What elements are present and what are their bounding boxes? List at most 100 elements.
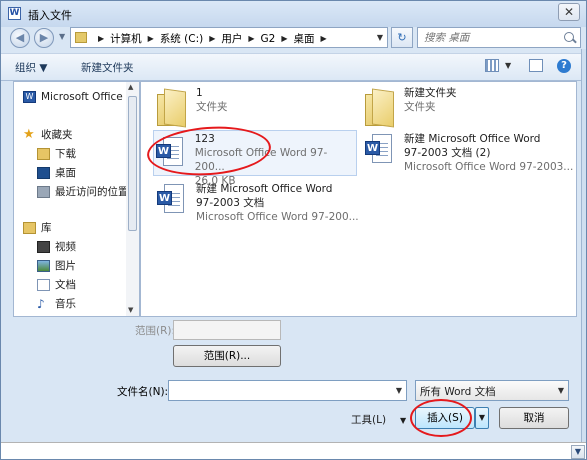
breadcrumb-system-drive[interactable]: 系统 (C:) (160, 31, 203, 46)
nav-item-label: Microsoft Office W (41, 91, 137, 103)
folder-icon (363, 86, 396, 128)
nav-item-documents[interactable]: 文档 (37, 277, 76, 292)
file-name: 新建文件夹 (404, 87, 457, 99)
window-title: 插入文件 (28, 9, 72, 22)
breadcrumb: ▶ 计算机 ▶ 系统 (C:) ▶ 用户 ▶ G2 ▶ 桌面 ▶ (92, 31, 333, 46)
word-app-icon: W (8, 7, 21, 20)
nav-item-label: 视频 (55, 241, 76, 253)
nav-item-word-templates[interactable]: W Microsoft Office W (23, 91, 137, 103)
nav-item-favorites[interactable]: ★ 收藏夹 (23, 127, 73, 142)
nav-item-label: 库 (41, 222, 52, 234)
star-icon: ★ (23, 126, 35, 142)
file-type: Microsoft Office Word 97-200... (196, 211, 359, 223)
chevron-right-icon: ▶ (281, 34, 288, 43)
desktop-icon (37, 166, 50, 179)
chevron-down-icon[interactable]: ▼ (396, 386, 402, 395)
nav-item-downloads[interactable]: 下载 (37, 146, 76, 161)
download-folder-icon (37, 147, 50, 160)
nav-item-pictures[interactable]: 图片 (37, 258, 76, 273)
view-options-icon[interactable] (485, 59, 499, 72)
nav-item-label: 音乐 (55, 298, 76, 310)
nav-item-label: 下载 (55, 148, 76, 160)
nav-item-label: 图片 (55, 260, 76, 272)
file-type-selected: 所有 Word 文档 (420, 386, 496, 398)
nav-item-label: 文档 (55, 279, 76, 291)
navigation-pane: W Microsoft Office W ★ 收藏夹 下载 桌面 最近访问的位置… (13, 81, 139, 317)
scroll-up-icon[interactable]: ▲ (128, 83, 133, 91)
chevron-right-icon: ▶ (320, 34, 327, 43)
file-item-new-word-doc[interactable]: W 新建 Microsoft Office Word 97-2003 文档 Mi… (155, 182, 359, 224)
nav-item-label: 收藏夹 (41, 129, 73, 141)
filename-field[interactable]: ▼ (168, 380, 407, 401)
file-type: 文件夹 (404, 101, 436, 113)
file-item-new-folder[interactable]: 新建文件夹 文件夹 (363, 86, 457, 128)
new-folder-button[interactable]: 新建文件夹 (81, 60, 134, 75)
back-button[interactable]: ◀ (10, 28, 30, 48)
forward-button[interactable]: ▶ (34, 28, 54, 48)
word-document-icon: W (363, 132, 396, 168)
folder-icon (155, 86, 188, 128)
tools-menu[interactable]: 工具(L) ▼ (351, 412, 406, 427)
nav-item-label: 最近访问的位置 (55, 186, 129, 198)
nav-item-recent-places[interactable]: 最近访问的位置 (37, 184, 129, 199)
red-annotation-circle (410, 399, 472, 437)
organize-button[interactable]: 组织 ▼ (15, 60, 47, 75)
scroll-down-icon[interactable]: ▼ (571, 445, 585, 459)
chevron-down-icon[interactable]: ▼ (377, 33, 383, 42)
file-item-new-word-doc-2[interactable]: W 新建 Microsoft Office Word 97-2003 文档 (2… (363, 132, 573, 174)
breadcrumb-computer[interactable]: 计算机 (110, 31, 142, 46)
refresh-button[interactable]: ↻ (391, 27, 413, 48)
help-icon[interactable]: ? (557, 59, 571, 73)
breadcrumb-users[interactable]: 用户 (221, 31, 242, 46)
scroll-thumb[interactable] (128, 96, 137, 231)
underlying-document-strip: ▼ (1, 442, 586, 459)
nav-item-label: 桌面 (55, 167, 76, 179)
title-bar: W 插入文件 ✕ (1, 1, 586, 27)
filename-label: 文件名(N): (117, 386, 169, 398)
search-icon[interactable] (564, 32, 574, 42)
file-name-line2: 97-2003 文档 (2) (404, 147, 491, 159)
range-button[interactable]: 范围(R)... (173, 345, 281, 367)
picture-icon (37, 259, 50, 272)
file-type: 文件夹 (196, 101, 228, 113)
recent-places-icon (37, 185, 50, 198)
tools-label: 工具(L) (351, 414, 387, 426)
search-input[interactable] (424, 30, 554, 45)
nav-item-desktop[interactable]: 桌面 (37, 165, 76, 180)
scroll-down-icon[interactable]: ▼ (128, 306, 133, 314)
nav-item-music[interactable]: ♪ 音乐 (37, 296, 76, 311)
nav-item-libraries[interactable]: 库 (23, 220, 52, 235)
cancel-button[interactable]: 取消 (499, 407, 569, 429)
word-document-icon: W (155, 182, 188, 218)
file-name-line1: 新建 Microsoft Office Word (404, 133, 541, 145)
video-icon (37, 240, 50, 253)
file-type-select[interactable]: 所有 Word 文档 ▼ (415, 380, 569, 401)
view-dropdown-icon[interactable]: ▼ (505, 61, 511, 70)
nav-item-videos[interactable]: 视频 (37, 239, 76, 254)
file-item-folder-1[interactable]: 1 文件夹 (155, 86, 228, 128)
file-name: 1 (196, 87, 203, 99)
document-icon (37, 278, 50, 291)
recent-pages-dropdown[interactable]: ▼ (59, 33, 67, 41)
preview-pane-icon[interactable] (529, 59, 543, 72)
file-list: 1 文件夹 新建文件夹 文件夹 W 123 Microsoft Office W… (140, 81, 577, 317)
navigation-scrollbar[interactable]: ▲ ▼ (126, 81, 140, 317)
chevron-right-icon: ▶ (248, 34, 255, 43)
file-type: Microsoft Office Word 97-2003... (404, 161, 574, 173)
breadcrumb-desktop[interactable]: 桌面 (294, 31, 315, 46)
chevron-right-icon: ▶ (98, 34, 105, 43)
close-button[interactable]: ✕ (558, 3, 580, 21)
library-icon (23, 221, 36, 234)
folder-icon (75, 32, 87, 43)
breadcrumb-g2[interactable]: G2 (261, 33, 276, 45)
search-box[interactable] (417, 27, 581, 48)
chevron-down-icon: ▼ (557, 386, 564, 395)
file-name-line2: 97-2003 文档 (196, 197, 265, 209)
file-name-line1: 新建 Microsoft Office Word (196, 183, 333, 195)
command-bar: 组织 ▼ 新建文件夹 ▼ ? (1, 53, 586, 81)
chevron-right-icon: ▶ (147, 34, 154, 43)
chevron-right-icon: ▶ (209, 34, 216, 43)
music-icon: ♪ (37, 296, 45, 311)
insert-options-dropdown[interactable]: ▼ (475, 407, 489, 429)
address-bar[interactable]: ▶ 计算机 ▶ 系统 (C:) ▶ 用户 ▶ G2 ▶ 桌面 ▶ ▼ (70, 27, 388, 48)
